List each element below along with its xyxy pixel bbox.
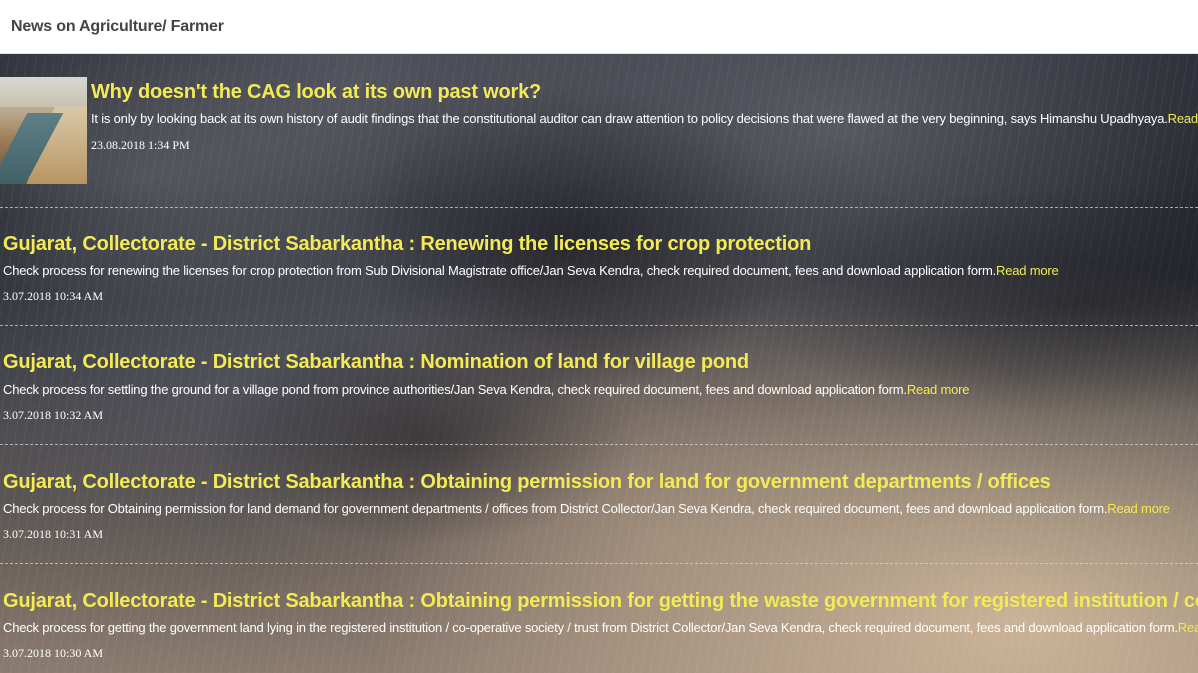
news-description-text: Check process for renewing the licenses … [3,263,997,278]
news-description-text: Check process for settling the ground fo… [3,382,907,397]
news-description: Check process for settling the ground fo… [3,382,970,397]
news-date: 23.08.2018 1:34 PM [91,138,190,152]
news-date: 3.07.2018 10:30 AM [3,646,104,660]
page-header: News on Agriculture/ Farmer [0,0,1198,54]
news-title-link[interactable]: Gujarat, Collectorate - District Sabarka… [3,590,1198,613]
news-separator [0,325,1198,326]
news-title-link[interactable]: Gujarat, Collectorate - District Sabarka… [3,471,1051,494]
news-date: 3.07.2018 10:31 AM [3,527,104,541]
news-separator [0,563,1198,564]
news-description-text: Check process for getting the government… [3,620,1178,635]
read-more-link[interactable]: Read more [1168,111,1198,126]
news-description: Check process for Obtaining permission f… [3,501,1170,516]
news-list-background: Why doesn't the CAG look at its own past… [0,54,1198,673]
news-title-link[interactable]: Why doesn't the CAG look at its own past… [91,81,541,104]
news-separator [0,444,1198,445]
news-date: 3.07.2018 10:32 AM [3,408,104,422]
news-description-text: It is only by looking back at its own hi… [91,111,1168,126]
news-title-link[interactable]: Gujarat, Collectorate - District Sabarka… [3,351,749,374]
news-description-text: Check process for Obtaining permission f… [3,501,1108,516]
news-description: It is only by looking back at its own hi… [91,111,1198,126]
news-thumbnail-image[interactable] [0,77,87,184]
read-more-link[interactable]: Read more [1107,501,1170,516]
news-date: 3.07.2018 10:34 AM [3,289,104,303]
read-more-link[interactable]: Read more [1178,620,1198,635]
read-more-link[interactable]: Read more [996,263,1059,278]
news-list: Why doesn't the CAG look at its own past… [0,54,1198,673]
read-more-link[interactable]: Read more [907,382,970,397]
news-description: Check process for getting the government… [3,620,1198,635]
news-description: Check process for renewing the licenses … [3,263,1059,278]
news-separator [0,207,1198,208]
page-title: News on Agriculture/ Farmer [11,18,224,35]
news-title-link[interactable]: Gujarat, Collectorate - District Sabarka… [3,233,811,256]
